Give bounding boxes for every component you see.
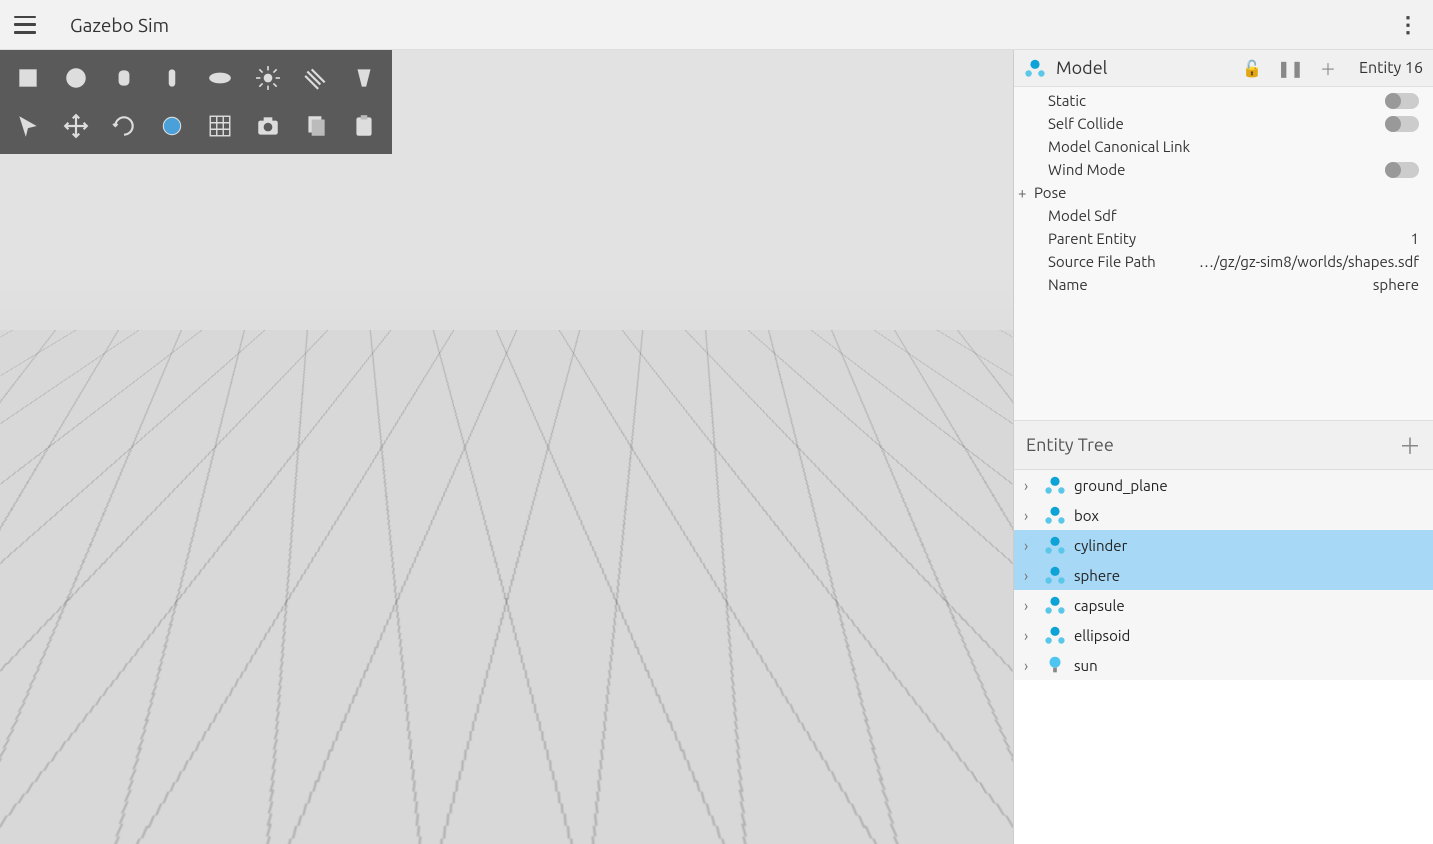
wind-toggle[interactable]	[1385, 162, 1419, 178]
insert-sphere-button[interactable]	[54, 56, 98, 100]
insert-cylinder-button[interactable]	[102, 56, 146, 100]
select-tool-button[interactable]	[6, 104, 50, 148]
tree-item-label: ground_plane	[1074, 477, 1168, 494]
chevron-right-icon[interactable]: ›	[1024, 657, 1040, 674]
chevron-right-icon[interactable]: ›	[1024, 507, 1040, 524]
add-component-icon[interactable]: ＋	[1315, 56, 1341, 80]
insert-capsule-button[interactable]	[150, 56, 194, 100]
tree-item-label: capsule	[1074, 597, 1125, 614]
prop-parent: Parent Entity1	[1014, 227, 1433, 250]
tree-item-sun[interactable]: › sun	[1014, 650, 1433, 680]
translate-tool-button[interactable]	[54, 104, 98, 148]
tree-item-label: sphere	[1074, 567, 1120, 584]
scene-obj-sphere[interactable]	[296, 522, 378, 604]
chevron-right-icon[interactable]: ›	[1024, 567, 1040, 584]
titlebar: Gazebo Sim ⋮	[0, 0, 1433, 50]
app-title: Gazebo Sim	[70, 14, 169, 36]
model-type-icon	[1024, 57, 1046, 79]
scene-obj-box[interactable]	[413, 509, 499, 619]
inspector-type: Model	[1056, 58, 1107, 78]
insert-pointlight-button[interactable]	[246, 56, 290, 100]
insert-box-button[interactable]	[6, 56, 50, 100]
tree-item-label: box	[1074, 507, 1099, 524]
prop-static[interactable]: Static	[1014, 89, 1433, 112]
prop-source: Source File Path…/gz/gz-sim8/worlds/shap…	[1014, 250, 1433, 273]
rtf-expand-icon[interactable]: ‹	[925, 814, 930, 834]
insert-ellipsoid-button[interactable]	[198, 56, 242, 100]
insert-spotlight-button[interactable]	[342, 56, 386, 100]
tree-item-label: ellipsoid	[1074, 627, 1130, 644]
chevron-right-icon[interactable]: ›	[1024, 597, 1040, 614]
viewport-3d[interactable]: ❚❚ ▸▸ ↻ ‹ 98.96 %	[0, 50, 1013, 844]
pause-button[interactable]: ❚❚	[8, 792, 50, 834]
tree-item-capsule[interactable]: › capsule	[1014, 590, 1433, 620]
tree-item-ground_plane[interactable]: › ground_plane	[1014, 470, 1433, 500]
prop-selfcollide[interactable]: Self Collide	[1014, 112, 1433, 135]
paste-button[interactable]	[342, 104, 386, 148]
unlock-icon[interactable]: 🔓	[1239, 59, 1265, 78]
inspector-header: Model 🔓 ❚❚ ＋ Entity 16	[1014, 50, 1433, 87]
tree-item-label: sun	[1074, 657, 1098, 674]
rtf-display: ‹ 98.96 %	[925, 814, 1001, 834]
grid-toggle-button[interactable]	[198, 104, 242, 148]
chevron-right-icon[interactable]: ›	[1024, 477, 1040, 494]
side-panel: Model 🔓 ❚❚ ＋ Entity 16 Static Self Colli…	[1013, 50, 1433, 844]
tree-item-sphere[interactable]: › sphere	[1014, 560, 1433, 590]
menu-button[interactable]	[14, 16, 36, 34]
add-entity-icon[interactable]: ＋	[1399, 429, 1421, 461]
reset-button[interactable]: ↻	[112, 798, 142, 828]
chevron-right-icon[interactable]: ›	[1024, 627, 1040, 644]
prop-pose[interactable]: +Pose	[1014, 181, 1433, 204]
tree-item-box[interactable]: › box	[1014, 500, 1433, 530]
entity-tree-title: Entity Tree	[1026, 435, 1114, 455]
playback-controls: ❚❚ ▸▸ ↻	[8, 792, 142, 834]
entity-tree-header: Entity Tree ＋	[1014, 420, 1433, 470]
rotate-tool-button[interactable]	[102, 104, 146, 148]
expand-icon[interactable]: +	[1018, 184, 1032, 201]
pause-icon[interactable]: ❚❚	[1277, 59, 1303, 78]
screenshot-button[interactable]	[246, 104, 290, 148]
tree-item-cylinder[interactable]: › cylinder	[1014, 530, 1433, 560]
prop-sdf[interactable]: Model Sdf	[1014, 204, 1433, 227]
scene-obj-capsule[interactable]	[680, 530, 714, 624]
tree-item-label: cylinder	[1074, 537, 1127, 554]
component-inspector: Model 🔓 ❚❚ ＋ Entity 16 Static Self Colli…	[1014, 50, 1433, 420]
insert-directional-button[interactable]	[294, 56, 338, 100]
shape-toolbar	[0, 50, 392, 154]
rtf-value: 98.96 %	[944, 815, 1001, 833]
scene-obj-ellipsoid[interactable]	[198, 586, 258, 638]
selfcollide-toggle[interactable]	[1385, 116, 1419, 132]
prop-name: Namesphere	[1014, 273, 1433, 296]
tree-item-ellipsoid[interactable]: › ellipsoid	[1014, 620, 1433, 650]
copy-button[interactable]	[294, 104, 338, 148]
entity-id: Entity 16	[1359, 59, 1423, 77]
static-toggle[interactable]	[1385, 93, 1419, 109]
scene-canvas[interactable]	[0, 50, 1013, 844]
step-button[interactable]: ▸▸	[66, 798, 96, 828]
prop-wind[interactable]: Wind Mode	[1014, 158, 1433, 181]
chevron-right-icon[interactable]: ›	[1024, 537, 1040, 554]
entity-tree[interactable]: › ground_plane › box › cylinder › sphere › capsul…	[1014, 470, 1433, 844]
prop-canonical[interactable]: Model Canonical Link	[1014, 135, 1433, 158]
kebab-menu-button[interactable]: ⋮	[1397, 12, 1419, 38]
globe-tool-button[interactable]	[150, 104, 194, 148]
